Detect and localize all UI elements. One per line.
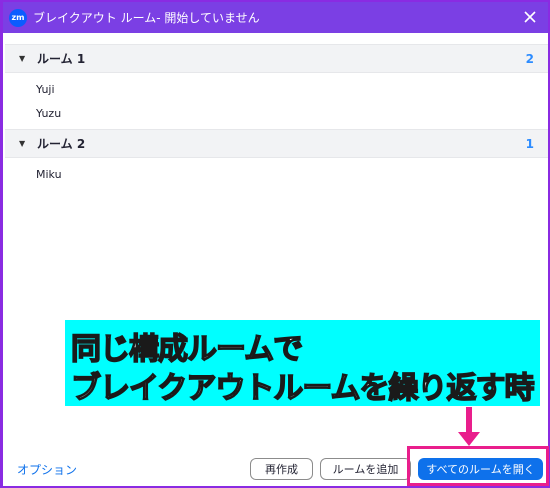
- options-link[interactable]: オプション: [17, 461, 77, 478]
- annotation-arrowhead-icon: [458, 432, 480, 446]
- open-all-rooms-button[interactable]: すべてのルームを開く: [418, 458, 543, 480]
- close-icon: [524, 11, 536, 23]
- participant-item[interactable]: Yuji: [5, 77, 548, 101]
- annotation-line-2: ブレイクアウトルームを繰り返す時: [70, 370, 535, 407]
- room-list: ▼ ルーム 1 2 Yuji Yuzu ▼ ルーム 2 1 Miku: [5, 44, 548, 186]
- room-name: ルーム 2: [37, 137, 86, 151]
- caret-down-icon: ▼: [19, 54, 26, 63]
- caret-down-icon: ▼: [19, 139, 26, 148]
- annotation-line-1: 同じ構成ルームで: [70, 331, 304, 368]
- participant-item[interactable]: Yuzu: [5, 101, 548, 125]
- participant-item[interactable]: Miku: [5, 162, 548, 186]
- annotation-arrow-icon: [466, 407, 472, 435]
- breakout-rooms-window: zm ブレイクアウト ルーム- 開始していません ▼ ルーム 1 2 Yuji …: [0, 0, 550, 488]
- room-participant-count: 2: [525, 51, 534, 66]
- zoom-logo-icon: zm: [9, 8, 27, 27]
- room-participant-count: 1: [525, 136, 534, 151]
- recreate-button[interactable]: 再作成: [250, 458, 313, 480]
- room-name: ルーム 1: [37, 52, 86, 66]
- room-header-1[interactable]: ▼ ルーム 1 2: [5, 44, 548, 73]
- close-button[interactable]: [520, 7, 540, 27]
- add-room-button[interactable]: ルームを追加: [320, 458, 411, 480]
- title-bar: zm ブレイクアウト ルーム- 開始していません: [3, 2, 548, 33]
- annotation-banner: 同じ構成ルームで ブレイクアウトルームを繰り返す時: [65, 320, 540, 407]
- room-header-2[interactable]: ▼ ルーム 2 1: [5, 129, 548, 158]
- window-title: ブレイクアウト ルーム- 開始していません: [33, 11, 260, 25]
